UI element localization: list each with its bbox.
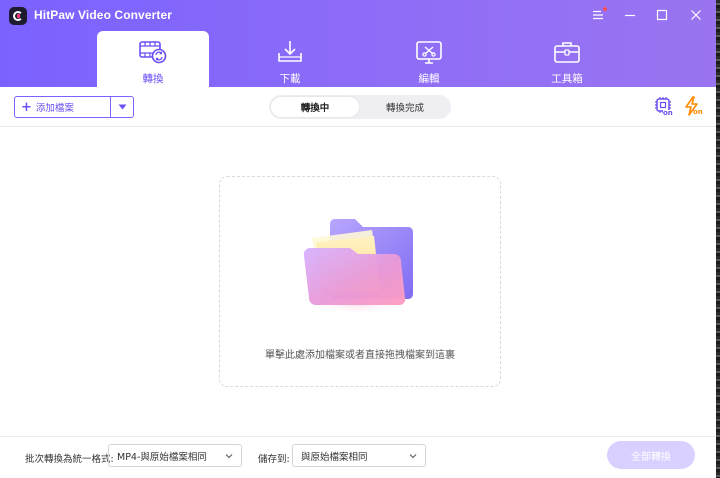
tab-edit-label: 編輯 (418, 73, 440, 85)
save-to-label: 儲存到: (258, 454, 290, 465)
notification-dot (603, 7, 607, 11)
tab-toolbox-label: 工具箱 (551, 73, 583, 85)
save-location-value: 與原始檔案相同 (301, 451, 368, 463)
save-location-select[interactable]: 與原始檔案相同 (292, 444, 426, 467)
tab-convert[interactable]: 轉換 (97, 31, 209, 87)
title-bar: HitPaw Video Converter 轉換 下載 編輯 工具箱 (0, 0, 716, 87)
background-edge (716, 0, 720, 478)
add-file-label: 添加檔案 (35, 103, 74, 114)
output-format-value: MP4-與原始檔案相同 (117, 451, 207, 463)
format-label: 批次轉換為統一格式: (25, 454, 114, 465)
chevron-down-icon (225, 454, 233, 459)
download-tray-icon (278, 41, 302, 62)
tab-toolbox[interactable]: 工具箱 (511, 31, 623, 87)
tab-edit[interactable]: 編輯 (373, 31, 485, 87)
app-title: HitPaw Video Converter (34, 8, 173, 22)
film-convert-icon (139, 41, 167, 64)
close-icon[interactable] (684, 4, 708, 26)
add-file-dropdown[interactable] (110, 96, 134, 118)
maximize-icon[interactable] (650, 4, 674, 26)
edit-screen-icon (416, 41, 442, 64)
speed-boost-icon[interactable]: on (684, 96, 706, 118)
hamburger-menu-icon[interactable] (586, 4, 610, 26)
hitpaw-logo-icon (9, 7, 27, 25)
app-window: HitPaw Video Converter 轉換 下載 編輯 工具箱 + 添加… (0, 0, 716, 478)
status-segment-control: 轉換中 轉換完成 (269, 95, 451, 119)
hardware-acceleration-icon[interactable]: on (654, 96, 674, 118)
plus-icon: + (21, 99, 32, 115)
hardware-on-badge: on (663, 109, 673, 117)
convert-all-button[interactable]: 全部轉換 (607, 441, 695, 469)
tab-convert-label: 轉換 (142, 73, 164, 85)
segment-converted[interactable]: 轉換完成 (361, 97, 449, 117)
tab-download-label: 下載 (279, 73, 301, 85)
output-format-select[interactable]: MP4-與原始檔案相同 (108, 444, 242, 467)
segment-converting[interactable]: 轉換中 (271, 97, 359, 117)
minimize-icon[interactable] (618, 4, 642, 26)
toolbox-icon (554, 42, 580, 63)
chevron-down-icon (409, 454, 417, 459)
triangle-down-icon (118, 104, 126, 110)
add-file-button[interactable]: + 添加檔案 (14, 96, 110, 118)
tab-download[interactable]: 下載 (234, 31, 346, 87)
speed-on-badge: on (693, 108, 703, 116)
drop-zone-hint: 單擊此處添加檔案或者直接拖拽檔案到這裏 (265, 350, 455, 361)
folder-icon (303, 219, 413, 316)
